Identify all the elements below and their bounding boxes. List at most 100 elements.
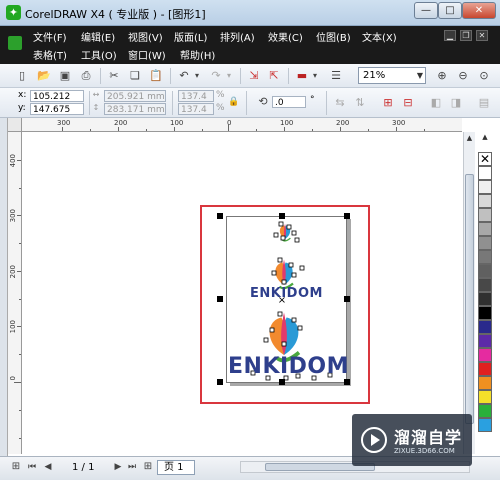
palette-swatch[interactable] <box>478 194 492 208</box>
menu-help[interactable]: 帮助(H) <box>180 47 215 62</box>
menu-bar: 文件(F) 编辑(E) 视图(V) 版面(L) 排列(A) 效果(C) 位图(B… <box>0 26 500 64</box>
menu-table[interactable]: 表格(T) <box>33 47 67 62</box>
palette-swatch[interactable] <box>478 306 492 320</box>
open-icon[interactable]: 📂 <box>36 68 52 84</box>
palette-swatch[interactable] <box>478 264 492 278</box>
minimize-button[interactable]: — <box>414 2 438 19</box>
menu-edit[interactable]: 编辑(E) <box>81 29 115 44</box>
import-icon[interactable]: ⇲ <box>246 68 262 84</box>
palette-swatch[interactable] <box>478 250 492 264</box>
palette-swatch[interactable] <box>478 222 492 236</box>
save-icon[interactable]: ▣ <box>57 68 73 84</box>
undo-icon[interactable]: ↶ <box>176 68 192 84</box>
copy-icon[interactable]: ❏ <box>127 68 143 84</box>
menu-layout[interactable]: 版面(L) <box>174 29 207 44</box>
watermark-badge: 溜溜自学 ZIXUE.3D66.COM <box>352 414 472 466</box>
width-icon: ↔ <box>92 90 100 99</box>
vertical-ruler[interactable]: 400 300 200 100 0 <box>8 132 22 454</box>
menu-window[interactable]: 窗口(W) <box>128 47 166 62</box>
palette-swatch[interactable] <box>478 348 492 362</box>
color-palette: ▲ ✕ <box>478 132 494 432</box>
doc-minimize-button[interactable]: ▁ <box>444 30 456 41</box>
zoom-in-icon[interactable]: ⊕ <box>434 68 450 84</box>
height-icon: ↕ <box>92 103 100 112</box>
page-tab-1[interactable]: 页 1 <box>157 460 195 475</box>
scale-y-field[interactable]: 137.4 <box>178 103 214 115</box>
drawing-canvas[interactable]: ENKIDOM ENKIDOM × <box>22 132 463 454</box>
palette-swatch[interactable] <box>478 390 492 404</box>
group-icon[interactable]: ⊞ <box>380 95 396 111</box>
add-page-icon[interactable]: ⊞ <box>8 459 24 475</box>
vertical-scrollbar[interactable]: ▲ <box>463 132 475 454</box>
horizontal-ruler[interactable]: 300 200 100 0 100 200 300 <box>22 118 462 132</box>
redo-icon[interactable]: ↷ <box>208 68 224 84</box>
application-launcher-icon[interactable]: ▬ <box>294 68 310 84</box>
redo-dropdown-icon[interactable]: ▾ <box>224 68 234 84</box>
previous-page-icon[interactable]: ◀ <box>40 459 56 475</box>
rotation-angle-field[interactable]: .0 <box>272 96 306 108</box>
first-page-icon[interactable]: ⏮ <box>24 459 40 475</box>
doc-restore-button[interactable]: ❐ <box>460 30 472 41</box>
ungroup-icon[interactable]: ⊟ <box>400 95 416 111</box>
scale-x-percent: % <box>216 90 225 100</box>
no-fill-swatch[interactable]: ✕ <box>478 152 492 166</box>
palette-swatch[interactable] <box>478 278 492 292</box>
highlight-box <box>200 205 370 404</box>
window-title: CorelDRAW X4 ( 专业版 ) - [图形1] <box>25 8 206 21</box>
combine-icon[interactable]: ◧ <box>428 95 444 111</box>
palette-swatch[interactable] <box>478 376 492 390</box>
menu-file[interactable]: 文件(F) <box>33 29 67 44</box>
palette-swatch[interactable] <box>478 404 492 418</box>
document-icon <box>8 36 22 50</box>
last-page-icon[interactable]: ⏭ <box>124 459 140 475</box>
cut-icon[interactable]: ✂ <box>106 68 122 84</box>
height-field[interactable]: 283.171 mm <box>104 103 166 115</box>
paste-icon[interactable]: 📋 <box>148 68 164 84</box>
x-position-field[interactable]: 105.212 mm <box>30 90 84 114</box>
zoom-level-select[interactable]: 21% ▼ <box>358 67 426 84</box>
y-label: y: <box>18 103 26 113</box>
property-bar: x: 105.212 mm y: 147.675 mm ↔ 205.921 mm… <box>0 88 500 127</box>
palette-swatch[interactable] <box>478 334 492 348</box>
palette-swatch[interactable] <box>478 236 492 250</box>
align-distribute-icon[interactable]: ▤ <box>476 95 492 111</box>
launcher-dropdown-icon[interactable]: ▾ <box>310 68 320 84</box>
watermark-title: 溜溜自学 <box>394 428 463 447</box>
palette-swatch[interactable] <box>478 208 492 222</box>
undo-dropdown-icon[interactable]: ▾ <box>192 68 202 84</box>
palette-swatch[interactable] <box>478 292 492 306</box>
menu-text[interactable]: 文本(X) <box>362 29 397 44</box>
x-label: x: <box>18 90 27 100</box>
zoom-out-icon[interactable]: ⊖ <box>455 68 471 84</box>
menu-effects[interactable]: 效果(C) <box>268 29 303 44</box>
mirror-horizontal-icon[interactable]: ⇆ <box>332 95 348 111</box>
zoom-page-icon[interactable]: ⊙ <box>476 68 492 84</box>
vertical-scroll-thumb[interactable] <box>465 174 474 424</box>
palette-swatch[interactable] <box>478 418 492 432</box>
palette-swatch[interactable] <box>478 166 492 180</box>
palette-scroll-up-icon[interactable]: ▲ <box>478 132 492 142</box>
ruler-origin-corner[interactable] <box>8 118 22 132</box>
menu-view[interactable]: 视图(V) <box>128 29 163 44</box>
width-field[interactable]: 205.921 mm <box>104 90 166 102</box>
print-icon[interactable]: ⎙ <box>78 68 94 84</box>
y-position-field[interactable]: 147.675 mm <box>30 103 84 127</box>
maximize-button[interactable]: □ <box>438 2 462 19</box>
menu-tools[interactable]: 工具(O) <box>81 47 117 62</box>
mirror-vertical-icon[interactable]: ⇅ <box>352 95 368 111</box>
lock-ratio-icon[interactable]: 🔒 <box>228 95 240 109</box>
palette-swatch[interactable] <box>478 362 492 376</box>
scroll-up-icon[interactable]: ▲ <box>464 132 475 144</box>
break-apart-icon[interactable]: ◨ <box>448 95 464 111</box>
welcome-screen-icon[interactable]: ☰ <box>328 68 344 84</box>
palette-swatch[interactable] <box>478 180 492 194</box>
scale-x-field[interactable]: 137.4 <box>178 90 214 102</box>
doc-close-button[interactable]: ✕ <box>476 30 488 41</box>
menu-bitmaps[interactable]: 位图(B) <box>316 29 351 44</box>
export-icon[interactable]: ⇱ <box>266 68 282 84</box>
new-document-icon[interactable]: ▯ <box>14 68 30 84</box>
palette-swatch[interactable] <box>478 320 492 334</box>
close-button[interactable]: ✕ <box>462 2 496 19</box>
add-page-after-icon[interactable]: ⊞ <box>140 459 156 475</box>
menu-arrange[interactable]: 排列(A) <box>220 29 255 44</box>
